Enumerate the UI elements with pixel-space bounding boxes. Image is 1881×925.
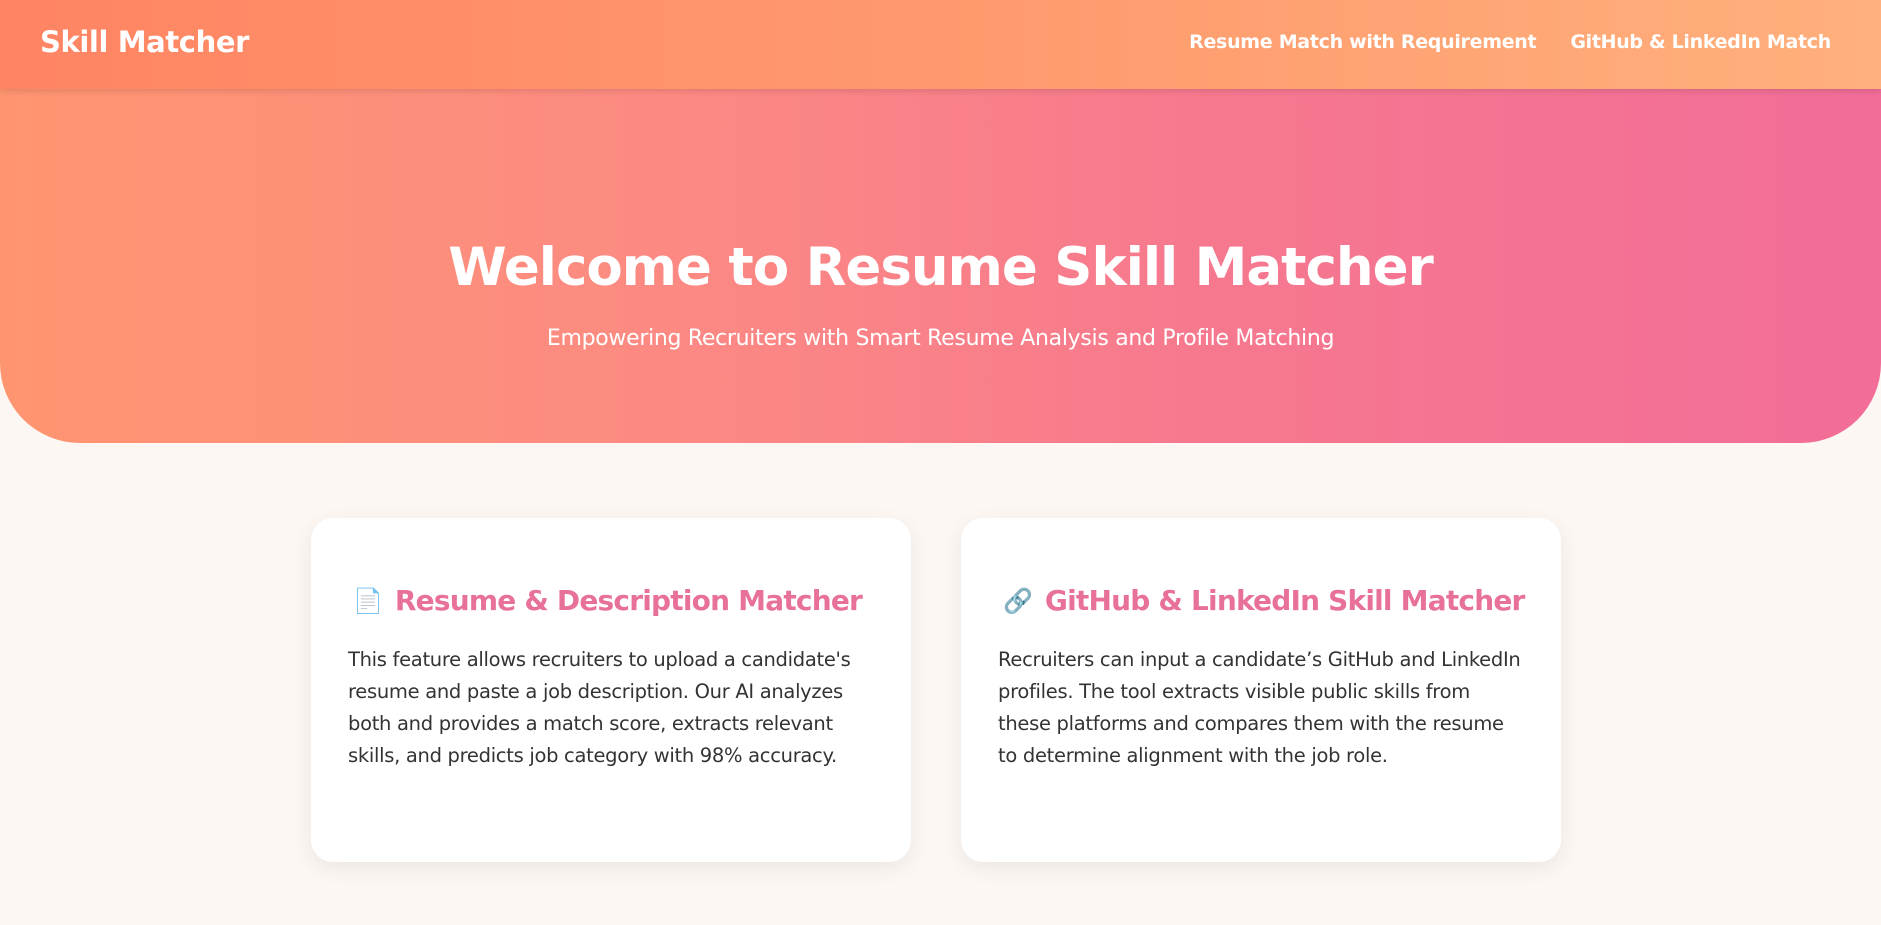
card-description: Recruiters can input a candidate’s GitHu… — [998, 648, 1521, 767]
card-heading: 🔗 GitHub & LinkedIn Skill Matcher — [1003, 584, 1525, 617]
feature-card-resume-matcher: 📄 Resume & Description Matcher This feat… — [311, 518, 911, 862]
nav-link-github-linkedin-match[interactable]: GitHub & LinkedIn Match — [1570, 31, 1831, 53]
card-description: This feature allows recruiters to upload… — [348, 648, 851, 767]
hero-banner: Welcome to Resume Skill Matcher Empoweri… — [0, 89, 1881, 443]
document-icon: 📄 — [353, 586, 383, 615]
card-heading: 📄 Resume & Description Matcher — [353, 584, 863, 617]
nav-links: Resume Match with Requirement GitHub & L… — [1189, 0, 1831, 84]
link-icon: 🔗 — [1003, 586, 1033, 615]
card-title: Resume & Description Matcher — [394, 584, 863, 617]
card-title: GitHub & LinkedIn Skill Matcher — [1044, 584, 1525, 617]
feature-card-github-linkedin-matcher: 🔗 GitHub & LinkedIn Skill Matcher Recrui… — [961, 518, 1561, 862]
top-navbar: Skill Matcher Resume Match with Requirem… — [0, 0, 1881, 89]
brand-logo-text[interactable]: Skill Matcher — [40, 0, 249, 84]
nav-link-resume-match[interactable]: Resume Match with Requirement — [1189, 31, 1536, 53]
hero-title: Welcome to Resume Skill Matcher — [448, 237, 1433, 298]
hero-subtitle: Empowering Recruiters with Smart Resume … — [546, 326, 1335, 351]
